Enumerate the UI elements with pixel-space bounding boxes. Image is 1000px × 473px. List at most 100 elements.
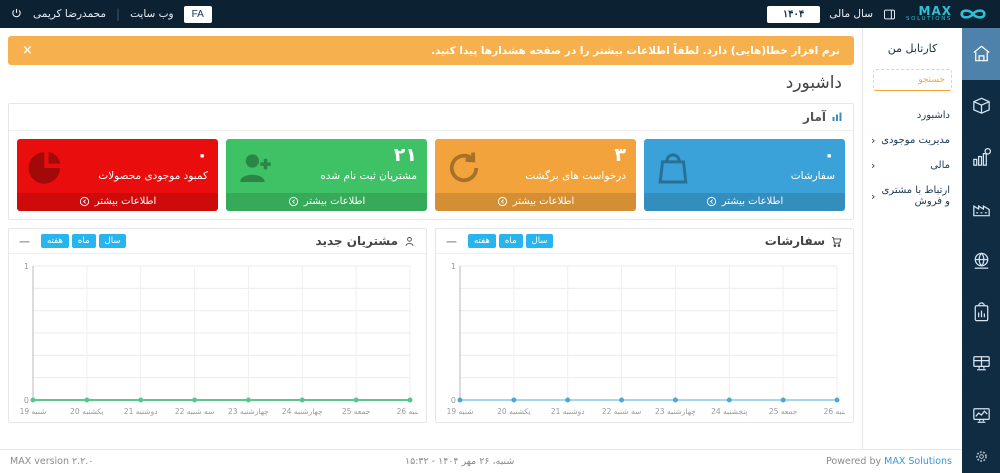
- sidebar-item-financial[interactable]: مالی ‹: [863, 153, 962, 178]
- module-logistics[interactable]: [962, 235, 1000, 287]
- module-inventory[interactable]: [962, 80, 1000, 132]
- logo-sub: SOLUTIONS: [906, 17, 952, 23]
- range-year-button[interactable]: سال: [99, 234, 127, 248]
- card-top: ۳ درخواست های برگشت: [435, 139, 636, 193]
- module-home[interactable]: [962, 28, 1000, 80]
- more-info-label: اطلاعات بیشتر: [722, 196, 784, 207]
- range-week-button[interactable]: هفته: [41, 234, 69, 248]
- more-info-link[interactable]: اطلاعات بیشتر: [17, 193, 218, 211]
- logout-power-icon[interactable]: [10, 5, 23, 24]
- website-link[interactable]: وب سایت: [130, 8, 174, 20]
- powered-link[interactable]: MAX Solutions: [884, 456, 952, 467]
- circle-arrow-icon: [79, 196, 90, 207]
- module-sales[interactable]: [962, 131, 1000, 183]
- sales-chart-icon: [970, 146, 993, 169]
- sidebar-item-dashboard[interactable]: داشبورد: [863, 103, 962, 128]
- fiscal-year-button[interactable]: ۱۴۰۴: [767, 6, 820, 23]
- svg-text:چهارشنبه 23: چهارشنبه 23: [655, 407, 696, 416]
- svg-text:شنبه 26: شنبه 26: [824, 407, 845, 416]
- top-navbar: MAX SOLUTIONS سال مالی ۱۴۰۴ FA وب سایت |…: [0, 0, 1000, 28]
- new-customers-line-chart: 10شنبه 19یکشنبه 20دوشنبه 21سه شنبه 22چها…: [17, 258, 418, 420]
- alert-text: نرم افزار خطا(هایی) دارد. لطفاً اطلاعات …: [431, 45, 840, 57]
- card-top: ۰ کمبود موجودی محصولات: [17, 139, 218, 193]
- orders-chart-panel: سفارشات سال ماه هفته — 10شنبه 19یکشنبه 2…: [435, 228, 854, 423]
- svg-text:دوشنبه 21: دوشنبه 21: [124, 407, 158, 416]
- more-info-link[interactable]: اطلاعات بیشتر: [644, 193, 845, 211]
- language-button[interactable]: FA: [184, 6, 212, 23]
- sidebar-toggle-icon[interactable]: [882, 7, 897, 22]
- chevron-left-icon: ‹: [871, 160, 875, 171]
- stats-panel-header: آمار: [9, 104, 853, 131]
- module-production[interactable]: [962, 183, 1000, 235]
- body-row: نرم افزار خطا(هایی) دارد. لطفاً اطلاعات …: [0, 28, 1000, 473]
- orders-chart-header: سفارشات سال ماه هفته —: [436, 229, 853, 254]
- module-monitoring[interactable]: [962, 390, 1000, 442]
- module-reports[interactable]: [962, 286, 1000, 338]
- orders-line-chart: 10شنبه 19یکشنبه 20دوشنبه 21سه شنبه 22چها…: [444, 258, 845, 420]
- svg-text:شنبه 19: شنبه 19: [447, 407, 474, 416]
- navbar-right-group: MAX SOLUTIONS سال مالی ۱۴۰۴: [767, 5, 990, 23]
- card-top: ۰ سفارشات: [644, 139, 845, 193]
- clipboard-chart-icon: [970, 301, 993, 324]
- menu-item-label: ارتباط با مشتری و فروش: [875, 185, 950, 207]
- infinity-logo-icon: [956, 6, 990, 22]
- footer-datetime: شنبه، ۲۶ مهر ۱۴۰۴ - ۱۵:۳۲: [93, 456, 826, 467]
- alert-close-icon[interactable]: ×: [22, 44, 33, 57]
- circle-arrow-icon: [288, 196, 299, 207]
- home-icon: [970, 42, 993, 65]
- main-content: نرم افزار خطا(هایی) دارد. لطفاً اطلاعات …: [0, 28, 862, 449]
- collapse-panel-control[interactable]: —: [19, 235, 30, 248]
- stat-card-low-stock[interactable]: ۰ کمبود موجودی محصولات: [17, 139, 218, 211]
- more-info-link[interactable]: اطلاعات بیشتر: [435, 193, 636, 211]
- chart-title: مشتریان جدید: [316, 234, 398, 248]
- svg-text:یکشنبه 20: یکشنبه 20: [497, 407, 530, 416]
- more-info-label: اطلاعات بیشتر: [304, 196, 366, 207]
- more-info-label: اطلاعات بیشتر: [513, 196, 575, 207]
- range-week-button[interactable]: هفته: [468, 234, 496, 248]
- package-icon: [970, 94, 993, 117]
- user-menu[interactable]: محمدرضا کریمی: [33, 8, 106, 20]
- chevron-left-icon: ‹: [871, 135, 875, 146]
- cart-icon: [830, 235, 843, 248]
- sidebar-search: [873, 67, 952, 91]
- range-year-button[interactable]: سال: [526, 234, 554, 248]
- stat-card-return-requests[interactable]: ۳ درخواست های برگشت اطلاعات: [435, 139, 636, 211]
- module-icon-strip: [962, 28, 1000, 473]
- bar-chart-icon: [831, 111, 843, 123]
- range-month-button[interactable]: ماه: [72, 234, 96, 248]
- menu-item-label: مالی: [930, 160, 950, 171]
- screens-icon: [970, 352, 993, 375]
- svg-text:دوشنبه 21: دوشنبه 21: [551, 407, 585, 416]
- svg-text:پنجشنبه 24: پنجشنبه 24: [711, 407, 747, 416]
- powered-by: Powered by MAX Solutions: [826, 456, 952, 467]
- chevron-left-icon: ‹: [871, 191, 875, 202]
- sidebar-title: کارتابل من: [863, 28, 962, 65]
- more-info-link[interactable]: اطلاعات بیشتر: [226, 193, 427, 211]
- svg-text:0: 0: [451, 396, 456, 405]
- stats-panel-title: آمار: [803, 110, 826, 124]
- circle-arrow-icon: [706, 196, 717, 207]
- circle-arrow-icon: [497, 196, 508, 207]
- person-icon: [403, 235, 416, 248]
- monitor-analytics-icon: [970, 404, 993, 427]
- footer: MAX version ۲.۲.۰ شنبه، ۲۶ مهر ۱۴۰۴ - ۱۵…: [0, 449, 962, 473]
- brand-logo-text: MAX SOLUTIONS: [906, 5, 952, 23]
- sidebar-item-crm-sales[interactable]: ارتباط با مشتری و فروش ‹: [863, 178, 962, 214]
- sidebar-item-inventory-management[interactable]: مدیریت موجودی ‹: [863, 128, 962, 153]
- chart-title: سفارشات: [765, 234, 825, 248]
- search-input[interactable]: [873, 69, 952, 91]
- stat-card-registered-customers[interactable]: ۲۱ مشتریان ثبت نام شده: [226, 139, 427, 211]
- settings-gear-icon[interactable]: [962, 441, 1000, 471]
- shopping-bag-icon: [652, 147, 694, 193]
- pie-chart-icon: [25, 147, 67, 193]
- collapse-panel-control[interactable]: —: [446, 235, 457, 248]
- stat-card-orders[interactable]: ۰ سفارشات اطلاعات بیشتر: [644, 139, 845, 211]
- svg-text:چهارشنبه 24: چهارشنبه 24: [282, 407, 323, 416]
- main-and-footer: نرم افزار خطا(هایی) دارد. لطفاً اطلاعات …: [0, 28, 962, 473]
- module-pos[interactable]: [962, 338, 1000, 390]
- stats-panel: آمار ۰ سفارشات: [8, 103, 854, 220]
- svg-text:1: 1: [24, 262, 29, 271]
- svg-text:شنبه 26: شنبه 26: [397, 407, 418, 416]
- range-month-button[interactable]: ماه: [499, 234, 523, 248]
- error-alert-banner: نرم افزار خطا(هایی) دارد. لطفاً اطلاعات …: [8, 36, 854, 65]
